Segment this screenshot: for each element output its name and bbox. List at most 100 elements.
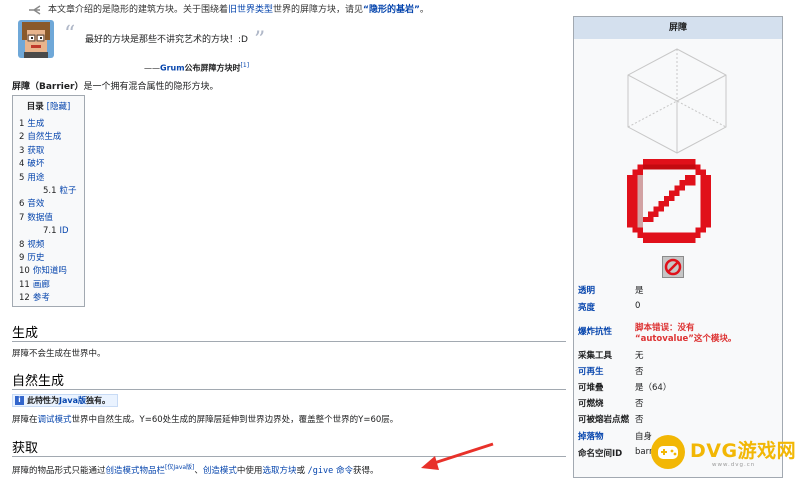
toc-link[interactable]: 粒子 (60, 186, 77, 196)
avatar (18, 20, 54, 58)
toc-hide-toggle[interactable]: [隐藏] (47, 102, 71, 112)
natural-generation-text: 屏障在调试模式世界中自然生成。Y=60处生成的屏障层延伸到世界边界处，覆盖整个世… (12, 413, 398, 425)
obtain-mid3: 或 (296, 465, 308, 476)
toc-item[interactable]: 1 生成 (19, 118, 78, 131)
toc-number: 9 (19, 252, 25, 263)
toc-item[interactable]: 8 视频 (19, 239, 78, 252)
toc-number: 5.1 (43, 185, 57, 196)
command-link[interactable]: 命令 (333, 466, 353, 476)
infobox-label[interactable]: 透明 (578, 284, 595, 296)
toc-link[interactable]: 参考 (33, 293, 50, 303)
toc-link[interactable]: 生成 (27, 119, 44, 129)
toc-link[interactable]: ID (60, 226, 69, 236)
pick-block-link[interactable]: 选取方块 (262, 466, 296, 476)
toc-item[interactable]: 3 获取 (19, 145, 78, 158)
natural-pre: 屏障在 (12, 415, 38, 425)
infobox-label[interactable]: 可再生 (578, 365, 604, 377)
toc-item[interactable]: 11 画廊 (19, 279, 78, 292)
toc-number: 5 (19, 172, 25, 183)
infobox-label[interactable]: 亮度 (578, 301, 595, 313)
toc-item[interactable]: 2 自然生成 (19, 131, 78, 144)
quote-ref[interactable]: [1] (241, 62, 250, 69)
give-command-link[interactable]: /give (308, 466, 334, 476)
toc-number: 8 (19, 239, 25, 250)
toc-number: 7.1 (43, 226, 57, 237)
debug-mode-link[interactable]: 调试模式 (38, 415, 72, 425)
hatnote-middle: 世界的屏障方块，请见 (273, 5, 364, 15)
toc-item[interactable]: 7 数据值 (19, 212, 78, 225)
quote-attribution: ——Grum公布屏障方块时[1] (144, 62, 249, 74)
toc-link[interactable]: 破坏 (27, 159, 44, 169)
toc-link[interactable]: 历史 (27, 253, 44, 263)
infobox-label[interactable]: 掉落物 (578, 430, 604, 442)
toc-item[interactable]: 9 历史 (19, 252, 78, 265)
toc-link[interactable]: 自然生成 (27, 132, 61, 142)
infobox-value: 是 (635, 286, 644, 296)
obtain-mid1: 、 (194, 465, 203, 476)
infobox: 屏障 透明 是 亮度 0 爆炸抗性 脚本错误：没有 “autovalue”这个模… (573, 16, 783, 478)
toc-number: 10 (19, 266, 30, 277)
barrier-item-icon (662, 256, 684, 278)
obtain-mid2: 中使用 (236, 465, 263, 476)
quote-dash: —— (144, 63, 160, 73)
toc-link[interactable]: 你知道吗 (33, 266, 67, 276)
barrier-icon (627, 159, 711, 243)
java-only-notice: i 此特性为Java版独有。 (12, 394, 118, 407)
heading-divider (12, 389, 566, 390)
toc-title: 目录 (26, 102, 44, 112)
toc-subitem[interactable]: 5.1 粒子 (19, 185, 78, 198)
infobox-label: 可被熔岩点燃 (578, 415, 630, 425)
natural-post: 世界中自然生成。Y=60处生成的屏障层延伸到世界边界处，覆盖整个世界的Y=60层… (71, 415, 399, 425)
info-icon: i (15, 396, 24, 405)
toc-number: 6 (19, 199, 25, 210)
toc-item[interactable]: 6 音效 (19, 198, 78, 211)
quote-author-suffix: 公布屏障方块时 (184, 63, 241, 73)
table-of-contents: 目录 [隐藏] 1 生成 2 自然生成 3 获取 4 破坏 5 用途 5.1 粒子 6 音效 … (12, 95, 85, 307)
toc-title-row: 目录 [隐藏] (19, 100, 78, 112)
toc-item[interactable]: 5 用途 (19, 172, 78, 185)
toc-link[interactable]: 获取 (27, 146, 44, 156)
creative-mode-link[interactable]: 创造模式 (203, 466, 237, 476)
obtaining-text: 屏障的物品形式只能通过创造模式物品栏[仅Java版]、创造模式中使用选取方块或 … (12, 462, 378, 476)
toc-link[interactable]: 音效 (27, 199, 44, 209)
notice-text-a: 此特性为 (27, 396, 59, 405)
red-arrow-annotation (421, 442, 494, 470)
toc-item[interactable]: 4 破坏 (19, 158, 78, 171)
toc-item[interactable]: 10 你知道吗 (19, 265, 78, 278)
section-heading-obtaining: 获取 (12, 441, 39, 456)
infobox-title: 屏障 (574, 17, 782, 39)
barrier-cube-render (627, 48, 727, 154)
infobox-label[interactable]: 爆炸抗性 (578, 325, 612, 337)
toc-number: 2 (19, 132, 25, 143)
quote-text: 最好的方块是那些不讲究艺术的方块！:D (85, 35, 248, 45)
infobox-value: 否 (635, 415, 644, 425)
toc-number: 11 (19, 279, 30, 290)
watermark-text: DVG游戏网 (690, 440, 797, 462)
infobox-value: 否 (635, 367, 644, 377)
quote-author-link[interactable]: Grum (160, 64, 185, 73)
toc-link[interactable]: 数据值 (27, 213, 53, 223)
heading-divider (12, 341, 566, 342)
notice-java-link[interactable]: Java版 (59, 396, 86, 405)
toc-number: 12 (19, 293, 30, 304)
infobox-error-value-2: “autovalue”这个模块。 (635, 334, 737, 344)
notice-text-b: 独有。 (86, 396, 110, 405)
toc-subitem[interactable]: 7.1 ID (19, 225, 78, 238)
hatnote-link-old-world[interactable]: 旧世界类型 (228, 5, 273, 15)
hatnote-suffix: 。 (419, 5, 429, 15)
obtain-end: 获得。 (352, 465, 379, 476)
infobox-label: 可燃烧 (578, 399, 604, 409)
infobox-label: 可堆叠 (578, 383, 604, 393)
infobox-value: 0 (635, 301, 641, 311)
disambiguation-icon (28, 4, 42, 15)
toc-link[interactable]: 用途 (27, 173, 44, 183)
toc-link[interactable]: 视频 (27, 240, 44, 250)
toc-number: 3 (19, 145, 25, 156)
toc-item[interactable]: 12 参考 (19, 292, 78, 305)
intro-paragraph: 屏障（Barrier）是一个拥有混合属性的隐形方块。 (12, 79, 218, 92)
infobox-label: 命名空间ID (578, 449, 623, 459)
hatnote-link-invisible-bedrock[interactable]: “隐形的基岩” (363, 5, 420, 15)
toc-link[interactable]: 画廊 (33, 280, 50, 290)
creative-inventory-link[interactable]: 创造模式物品栏 (106, 466, 166, 476)
java-only-sup[interactable]: [仅Java版] (165, 464, 194, 471)
